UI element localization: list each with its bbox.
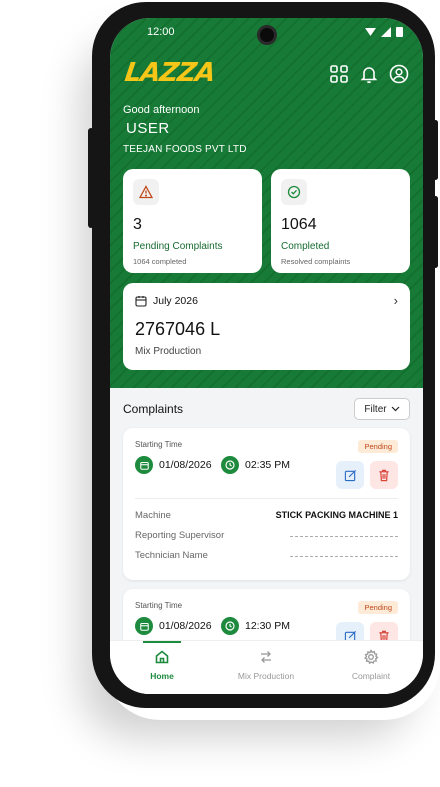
supervisor-empty-value [290, 536, 398, 537]
complaint-date: 01/08/2026 [135, 617, 212, 635]
wifi-icon [364, 28, 376, 36]
pending-complaints-card[interactable]: 3 Pending Complaints 1064 completed [123, 169, 262, 273]
complaints-title: Complaints [123, 402, 184, 416]
complaint-time-value: 02:35 PM [245, 459, 290, 471]
pending-count: 3 [133, 216, 142, 233]
complaints-header: Complaints Filter [123, 396, 410, 426]
nav-home[interactable]: Home [112, 649, 212, 681]
clock-icon [221, 456, 239, 474]
qr-scan-icon[interactable] [329, 64, 349, 84]
completed-count: 1064 [281, 216, 317, 233]
calendar-icon [135, 456, 153, 474]
battery-icon [396, 27, 403, 37]
mix-month: July 2026 [153, 295, 198, 307]
home-icon [155, 650, 169, 664]
edit-button[interactable] [336, 461, 364, 489]
complaint-date-value: 01/08/2026 [159, 459, 212, 471]
nav-mix-production[interactable]: Mix Production [216, 649, 316, 694]
complaint-card[interactable]: Starting Time Pending 01/08/2026 02:35 P… [123, 428, 410, 580]
supervisor-row: Reporting Supervisor [135, 530, 398, 541]
calendar-icon [135, 296, 147, 307]
bell-icon[interactable] [359, 64, 379, 84]
signal-icon [380, 27, 391, 37]
complaint-date-value: 01/08/2026 [159, 620, 212, 632]
warning-icon [133, 179, 159, 205]
starting-time-label: Starting Time [135, 440, 183, 449]
card-divider [135, 498, 398, 499]
technician-row: Technician Name [135, 550, 398, 561]
pending-label: Pending Complaints [133, 241, 223, 252]
app-logo: LAZZA [122, 58, 217, 88]
header-actions [329, 64, 409, 84]
mix-production-label: Mix Production [135, 346, 202, 357]
delete-button[interactable] [370, 461, 398, 489]
complaint-date: 01/08/2026 [135, 456, 212, 474]
nav-complaint[interactable]: Complaint [321, 649, 421, 681]
completed-card[interactable]: 1064 Completed Resolved complaints [271, 169, 410, 273]
mix-month-row: July 2026 [135, 295, 198, 307]
check-circle-icon [281, 179, 307, 205]
status-badge: Pending [358, 440, 398, 453]
transfer-icon [261, 651, 271, 663]
calendar-icon [135, 617, 153, 635]
status-badge: Pending [358, 601, 398, 614]
pending-sub: 1064 completed [133, 257, 187, 266]
greeting-text: Good afternoon [123, 104, 200, 116]
supervisor-label: Reporting Supervisor [135, 530, 225, 541]
edit-icon [344, 469, 356, 481]
machine-row: Machine STICK PACKING MACHINE 1 [135, 510, 398, 521]
filter-label: Filter [364, 403, 387, 415]
technician-empty-value [290, 556, 398, 557]
front-camera [257, 25, 277, 45]
starting-time-label: Starting Time [135, 601, 183, 610]
chevron-down-icon [391, 406, 400, 412]
machine-label: Machine [135, 510, 171, 521]
mix-production-value: 2767046 L [135, 319, 221, 339]
technician-label: Technician Name [135, 550, 208, 561]
mix-production-card[interactable]: July 2026 › 2767046 L Mix Production [123, 283, 410, 370]
chevron-right-icon[interactable]: › [394, 293, 398, 308]
nav-complaint-label: Complaint [351, 671, 391, 681]
complaint-time-value: 12:30 PM [245, 620, 290, 632]
status-icons [364, 26, 403, 40]
complaint-time: 02:35 PM [221, 456, 290, 474]
app-screen: 12:00 LAZZA Good afternoon USER TEEJAN F… [110, 18, 423, 694]
status-time: 12:00 [147, 26, 175, 38]
active-tab-indicator [143, 641, 181, 643]
filter-button[interactable]: Filter [354, 398, 410, 420]
machine-value: STICK PACKING MACHINE 1 [275, 510, 398, 520]
completed-sub: Resolved complaints [281, 257, 351, 266]
complaint-time: 12:30 PM [221, 617, 290, 635]
trash-icon [379, 469, 389, 481]
header-section: 12:00 LAZZA Good afternoon USER TEEJAN F… [110, 18, 423, 388]
company-name: TEEJAN FOODS PVT LTD [123, 144, 247, 155]
gear-icon [364, 649, 379, 665]
profile-icon[interactable] [389, 64, 409, 84]
clock-icon [221, 617, 239, 635]
user-name: USER [126, 120, 170, 137]
bottom-nav: Home Mix Production Complaint [110, 640, 423, 694]
nav-home-label: Home [150, 671, 174, 681]
nav-mix-production-label: Mix Production [237, 671, 295, 681]
completed-label: Completed [281, 241, 330, 252]
